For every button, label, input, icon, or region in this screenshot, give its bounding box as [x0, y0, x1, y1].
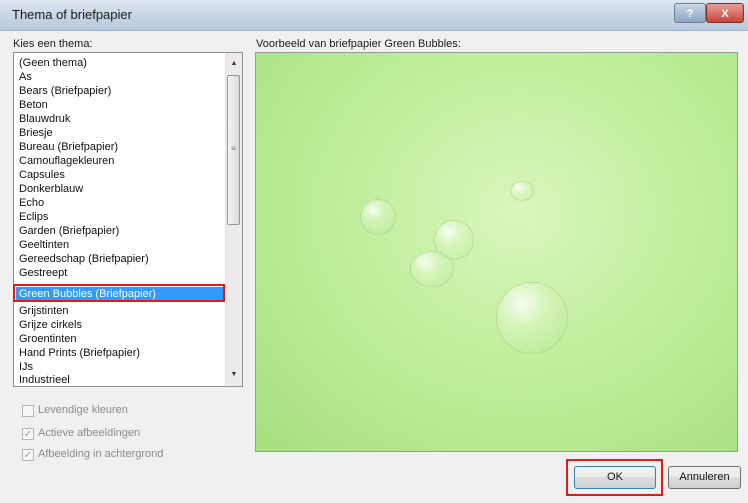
list-scrollbar[interactable]: ▲ ≡ ▼ — [225, 53, 242, 386]
active-images-checkbox[interactable]: ✓ — [22, 428, 34, 440]
list-item[interactable]: Grijze cirkels — [19, 318, 82, 332]
ok-button[interactable]: OK — [574, 466, 656, 489]
list-item[interactable]: Camouflagekleuren — [19, 154, 114, 168]
scroll-thumb[interactable]: ≡ — [227, 75, 240, 225]
list-item[interactable]: Bureau (Briefpapier) — [19, 140, 118, 154]
theme-listbox[interactable]: (Geen thema) As Bears (Briefpapier) Beto… — [13, 52, 243, 387]
list-item[interactable]: Blauwdruk — [19, 112, 70, 126]
list-item-selected[interactable]: Green Bubbles (Briefpapier) — [16, 287, 224, 302]
checkmark-icon: ✓ — [23, 450, 33, 461]
list-item[interactable]: Eclips — [19, 210, 48, 224]
theme-list-label: Kies een thema: — [13, 38, 93, 50]
list-item[interactable]: Garden (Briefpapier) — [19, 224, 119, 238]
preview-label: Voorbeeld van briefpapier Green Bubbles: — [256, 38, 461, 50]
list-item[interactable]: Hand Prints (Briefpapier) — [19, 346, 140, 360]
list-item[interactable]: Echo — [19, 196, 44, 210]
vivid-colors-label: Levendige kleuren — [38, 404, 128, 416]
active-images-label: Actieve afbeeldingen — [38, 427, 141, 439]
close-button[interactable]: X — [706, 3, 744, 23]
list-item[interactable]: Briesje — [19, 126, 53, 140]
list-item[interactable]: Bears (Briefpapier) — [19, 84, 111, 98]
list-item[interactable]: Capsules — [19, 168, 65, 182]
list-item[interactable]: Beton — [19, 98, 48, 112]
scroll-down-icon[interactable]: ▼ — [226, 367, 242, 383]
bubble-decoration — [360, 199, 396, 235]
window-title: Thema of briefpapier — [12, 7, 132, 22]
background-image-checkbox[interactable]: ✓ — [22, 449, 34, 461]
cancel-button[interactable]: Annuleren — [668, 466, 741, 489]
bubble-decoration — [496, 282, 568, 354]
list-item[interactable]: Gereedschap (Briefpapier) — [19, 252, 149, 266]
title-bar: Thema of briefpapier ? X — [0, 0, 748, 31]
bubble-decoration — [510, 181, 534, 201]
list-item[interactable]: Donkerblauw — [19, 182, 83, 196]
stationery-preview — [255, 52, 738, 452]
vivid-colors-checkbox[interactable] — [22, 405, 34, 417]
bubble-decoration — [410, 251, 454, 287]
checkmark-icon: ✓ — [23, 429, 33, 440]
list-item[interactable]: As — [19, 70, 32, 84]
list-item[interactable]: IJs — [19, 360, 33, 374]
list-item[interactable]: (Geen thema) — [19, 56, 87, 70]
grip-icon: ≡ — [231, 144, 236, 153]
background-image-label: Afbeelding in achtergrond — [38, 448, 164, 460]
help-button[interactable]: ? — [674, 3, 706, 23]
theme-dialog: Thema of briefpapier ? X Kies een thema:… — [0, 0, 748, 503]
scroll-up-icon[interactable]: ▲ — [226, 56, 242, 72]
list-item[interactable]: Grijstinten — [19, 304, 69, 318]
list-item[interactable]: Groentinten — [19, 332, 76, 346]
list-item[interactable]: Gestreept — [19, 266, 67, 280]
list-item[interactable]: Geeltinten — [19, 238, 69, 252]
list-item[interactable]: Industrieel — [19, 373, 70, 386]
